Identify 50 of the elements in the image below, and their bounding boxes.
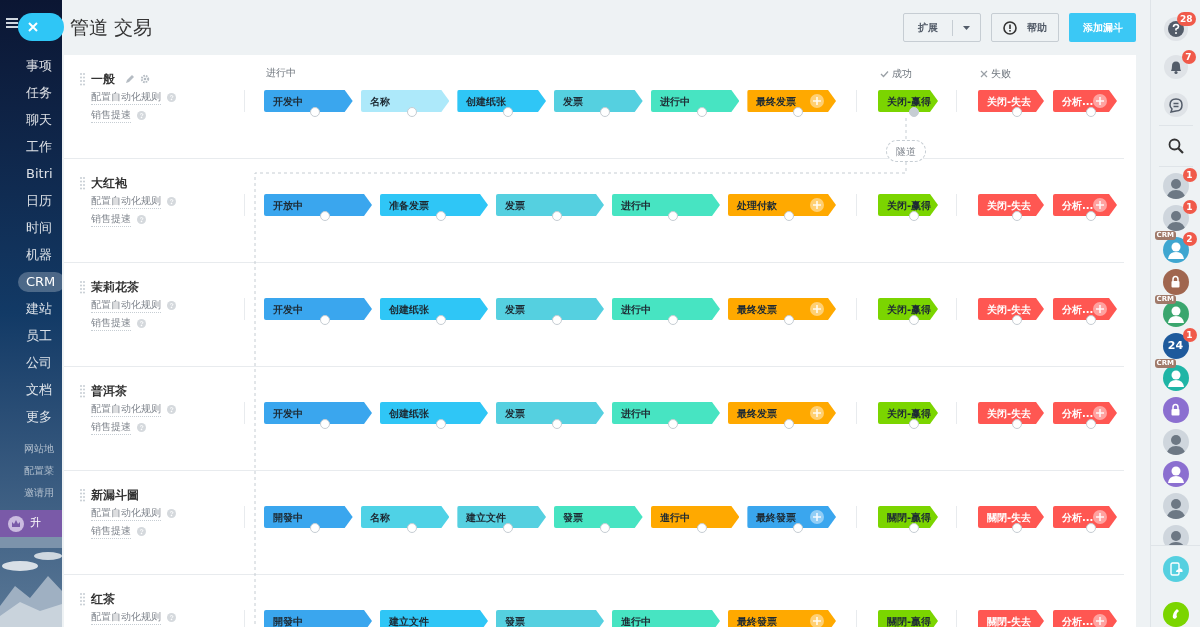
sidebar-link[interactable]: 配置菜 <box>24 464 54 477</box>
sidebar-link[interactable]: 邀请用 <box>24 486 54 499</box>
upgrade-text: 升 <box>30 515 41 532</box>
sidebar-item[interactable]: 机器 <box>26 244 52 265</box>
group-label: 成功 <box>892 67 912 81</box>
sidebar-item[interactable]: Bitri <box>26 163 53 184</box>
count-badge: 28 <box>1176 11 1196 26</box>
settings-link[interactable]: 配置自动化规则 <box>91 401 161 417</box>
sidebar-item[interactable]: 时间 <box>26 217 52 238</box>
pipeline-title: 普洱茶 <box>91 383 127 400</box>
count-badge: 7 <box>1181 49 1196 64</box>
sidebar-item[interactable]: 公司 <box>26 352 52 373</box>
sidebar-item[interactable]: 日历 <box>26 190 52 211</box>
sidebar-item[interactable]: 建站 <box>26 298 52 319</box>
count-badge: 1 <box>1182 199 1197 214</box>
group-label: 进行中 <box>266 66 296 80</box>
count-badge: 1 <box>1182 327 1197 342</box>
split-button[interactable]: 扩展 <box>903 13 981 42</box>
sidebar-item[interactable]: CRM <box>18 271 62 292</box>
settings-link[interactable]: 销售提速 <box>91 211 131 227</box>
settings-link[interactable]: 配置自动化规则 <box>91 609 161 625</box>
tunnel-label: 隧道 <box>886 140 926 162</box>
sidebar-item[interactable]: 事项 <box>26 55 52 76</box>
pipeline-title: 新漏斗圖 <box>91 487 139 504</box>
expand-button[interactable]: 扩展 <box>904 14 952 41</box>
pipeline-title: 一般 <box>91 71 115 88</box>
count-badge: 1 <box>1182 167 1197 182</box>
help-button[interactable]: 帮助 <box>991 13 1059 42</box>
settings-link[interactable]: 销售提速 <box>91 107 131 123</box>
settings-link[interactable]: 配置自动化规则 <box>91 193 161 209</box>
settings-link[interactable]: 配置自动化规则 <box>91 89 161 105</box>
settings-link[interactable]: 销售提速 <box>91 523 131 539</box>
settings-link[interactable]: 配置自动化规则 <box>91 297 161 313</box>
count-badge: 2 <box>1182 231 1197 246</box>
page-title: 管道 交易 <box>70 15 153 41</box>
settings-link[interactable]: 配置自动化规则 <box>91 505 161 521</box>
settings-link[interactable]: 销售提速 <box>91 419 131 435</box>
sidebar-link[interactable]: 网站地 <box>24 442 54 455</box>
upgrade-bar[interactable]: 升 <box>0 510 62 537</box>
sidebar-item[interactable]: 更多 <box>26 406 52 427</box>
settings-link[interactable]: 销售提速 <box>91 315 131 331</box>
sidebar-item[interactable]: 文档 <box>26 379 52 400</box>
pipeline-title: 茉莉花茶 <box>91 279 139 296</box>
sidebar-item[interactable]: 工作 <box>26 136 52 157</box>
pipeline-title: 红茶 <box>91 591 115 608</box>
sidebar-item[interactable]: 聊天 <box>26 109 52 130</box>
sidebar-item[interactable]: 员工 <box>26 325 52 346</box>
sidebar-item[interactable]: 任务 <box>26 82 52 103</box>
pipeline-title: 大红袍 <box>91 175 127 192</box>
group-label: 失败 <box>991 67 1011 81</box>
